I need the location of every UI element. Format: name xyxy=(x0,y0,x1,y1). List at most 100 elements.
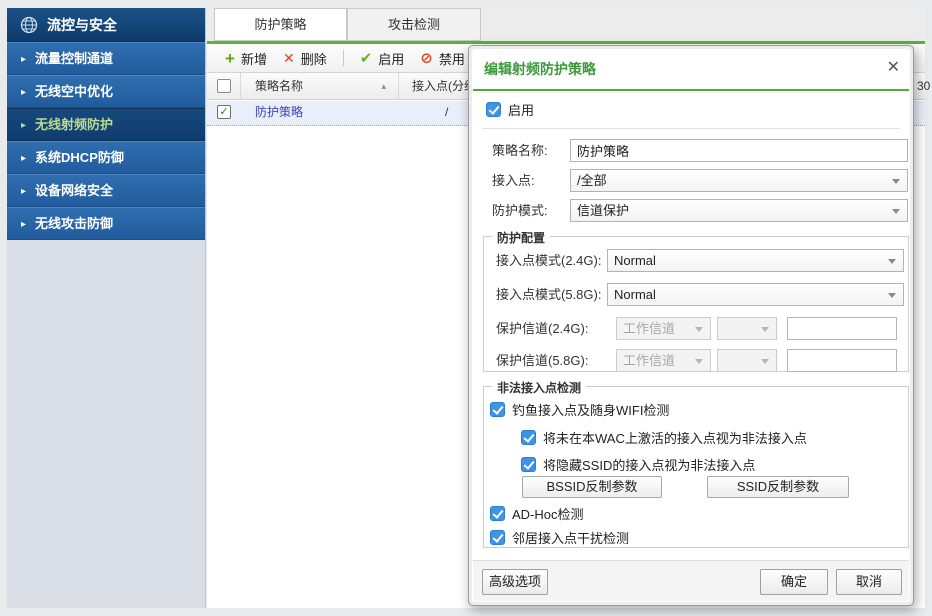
add-button[interactable]: + 新增 xyxy=(225,49,267,68)
protection-config-fieldset: 防护配置 接入点模式(2.4G): Normal 接入点模式(5.8G): No… xyxy=(483,236,909,372)
sidebar: 流控与安全 ▸流量控制通道 ▸无线空中优化 ▸无线射频防护 ▸系统DHCP防御 … xyxy=(7,8,206,608)
protect-channel-24-type-value: 工作信道 xyxy=(623,321,675,336)
access-point-cell: / xyxy=(445,100,448,125)
ap-mode-24-select[interactable]: Normal xyxy=(607,249,904,272)
ssid-counter-params-button[interactable]: SSID反制参数 xyxy=(707,476,849,498)
sidebar-item-label: 无线攻击防御 xyxy=(35,216,113,231)
chevron-right-icon: ▸ xyxy=(21,219,26,230)
cancel-button[interactable]: 取消 xyxy=(836,569,902,595)
sidebar-item-system-dhcp-defense[interactable]: ▸ 系统DHCP防御 xyxy=(7,141,205,174)
toolbar-separator xyxy=(343,50,344,66)
app-window: 流控与安全 ▸流量控制通道 ▸无线空中优化 ▸无线射频防护 ▸系统DHCP防御 … xyxy=(0,0,932,616)
access-point-label: 接入点: xyxy=(492,169,535,192)
plus-icon: + xyxy=(225,50,235,67)
sidebar-item-label: 系统DHCP防御 xyxy=(35,150,124,165)
sidebar-item-wireless-rf-protection[interactable]: ▸无线射频防护 xyxy=(7,108,205,141)
disable-button[interactable]: ⊘ 禁用 xyxy=(420,49,465,68)
enable-checkbox[interactable] xyxy=(486,102,501,117)
sidebar-header-label: 流控与安全 xyxy=(47,15,117,35)
delete-button[interactable]: ✕ 删除 xyxy=(283,49,327,68)
ap-mode-58-label: 接入点模式(5.8G): xyxy=(496,283,601,306)
policy-name-label: 策略名称: xyxy=(492,139,548,162)
sidebar-item-label: 设备网络安全 xyxy=(35,183,113,198)
protect-channel-24-type-select: 工作信道 xyxy=(616,317,711,340)
policy-name-input[interactable] xyxy=(570,139,908,162)
chevron-right-icon: ▸ xyxy=(21,87,26,98)
protection-mode-select[interactable]: 信道保护 xyxy=(570,199,908,222)
not-activated-label: 将未在本WAC上激活的接入点视为非法接入点 xyxy=(543,431,807,446)
sidebar-item-label: 无线空中优化 xyxy=(35,84,113,99)
neighbor-interference-checkbox[interactable] xyxy=(490,530,505,545)
sidebar-header: 流控与安全 xyxy=(7,8,205,42)
column-header-partial: 30 xyxy=(917,73,930,99)
divider xyxy=(482,128,900,129)
phishing-ap-label: 钓鱼接入点及随身WIFI检测 xyxy=(512,403,669,418)
sidebar-item-wireless-attack-defense[interactable]: ▸ 无线攻击防御 xyxy=(7,207,205,240)
dialog-title-underline xyxy=(473,89,909,91)
enable-checkbox-label: 启用 xyxy=(508,103,534,118)
chevron-right-icon: ▸ xyxy=(21,153,26,164)
protect-channel-58-input[interactable] xyxy=(787,349,897,372)
column-header-label: 策略名称 xyxy=(255,79,303,93)
chevron-down-icon xyxy=(892,209,900,214)
chevron-down-icon xyxy=(761,359,769,364)
edit-rf-protection-dialog: 编辑射频防护策略 ✕ 启用 策略名称: 接入点: /全部 防护模式: 信道保护 … xyxy=(468,45,914,606)
select-all-cell xyxy=(207,73,241,99)
neighbor-interference-label: 邻居接入点干扰检测 xyxy=(512,531,629,546)
rogue-ap-detection-legend: 非法接入点检测 xyxy=(492,379,586,396)
tab-attack-detection[interactable]: 攻击检测 xyxy=(347,8,481,41)
chevron-down-icon xyxy=(892,179,900,184)
hidden-ssid-checkbox[interactable] xyxy=(521,457,536,472)
protection-config-legend: 防护配置 xyxy=(492,229,550,246)
check-icon: ✔ xyxy=(360,51,373,66)
row-checkbox[interactable]: ✓ xyxy=(217,105,231,119)
ban-icon: ⊘ xyxy=(420,51,433,66)
protect-channel-58-label: 保护信道(5.8G): xyxy=(496,349,588,372)
phishing-ap-checkbox[interactable] xyxy=(490,402,505,417)
tab-protection-policy[interactable]: 防护策略 xyxy=(214,8,347,41)
chevron-down-icon xyxy=(695,327,703,332)
sort-asc-icon: ▴ xyxy=(381,73,386,99)
enable-button[interactable]: ✔ 启用 xyxy=(360,49,405,68)
protect-channel-58-type-value: 工作信道 xyxy=(623,353,675,368)
protection-mode-select-value: 信道保护 xyxy=(577,203,629,218)
access-point-select-value: /全部 xyxy=(577,173,607,188)
advanced-options-button[interactable]: 高级选项 xyxy=(482,569,548,595)
dialog-inner: 编辑射频防护策略 ✕ 启用 策略名称: 接入点: /全部 防护模式: 信道保护 … xyxy=(472,49,910,602)
chevron-down-icon xyxy=(695,359,703,364)
chevron-right-icon: ▸ xyxy=(21,186,26,197)
adhoc-checkbox[interactable] xyxy=(490,506,505,521)
access-point-select[interactable]: /全部 xyxy=(570,169,908,192)
adhoc-label: AD-Hoc检测 xyxy=(512,507,584,522)
protect-channel-58-type-select: 工作信道 xyxy=(616,349,711,372)
tab-strip: 防护策略 攻击检测 xyxy=(207,8,925,41)
ap-mode-24-label: 接入点模式(2.4G): xyxy=(496,249,601,272)
disable-button-label: 禁用 xyxy=(439,49,465,68)
sidebar-item-wireless-air-optimization[interactable]: ▸ 无线空中优化 xyxy=(7,75,205,108)
rogue-ap-detection-fieldset: 非法接入点检测 钓鱼接入点及随身WIFI检测 将未在本WAC上激活的接入点视为非… xyxy=(483,386,909,548)
sidebar-item-device-network-security[interactable]: ▸ 设备网络安全 xyxy=(7,174,205,207)
enable-button-label: 启用 xyxy=(378,49,404,68)
chevron-down-icon xyxy=(888,293,896,298)
sidebar-item-traffic-control[interactable]: ▸ 流量控制通道 xyxy=(7,42,205,75)
policy-name-link[interactable]: 防护策略 xyxy=(255,100,303,125)
ok-button[interactable]: 确定 xyxy=(760,569,828,595)
bssid-counter-params-button[interactable]: BSSID反制参数 xyxy=(522,476,662,498)
close-icon[interactable]: ✕ xyxy=(887,60,900,76)
dialog-footer: 高级选项 确定 取消 xyxy=(473,560,909,601)
not-activated-checkbox[interactable] xyxy=(521,430,536,445)
x-icon: ✕ xyxy=(283,51,295,65)
column-header-policy-name[interactable]: 策略名称 ▴ xyxy=(241,73,399,99)
globe-icon xyxy=(20,16,38,34)
delete-button-label: 删除 xyxy=(301,49,327,68)
protect-channel-24-num-select xyxy=(717,317,777,340)
chevron-down-icon xyxy=(761,327,769,332)
add-button-label: 新增 xyxy=(241,49,267,68)
protect-channel-58-num-select xyxy=(717,349,777,372)
chevron-right-icon: ▸ xyxy=(21,54,26,65)
protect-channel-24-input[interactable] xyxy=(787,317,897,340)
select-all-checkbox[interactable] xyxy=(217,79,231,93)
ap-mode-58-select[interactable]: Normal xyxy=(607,283,904,306)
chevron-right-icon: ▸ xyxy=(21,120,26,131)
sidebar-item-label: 流量控制通道 xyxy=(35,51,113,66)
